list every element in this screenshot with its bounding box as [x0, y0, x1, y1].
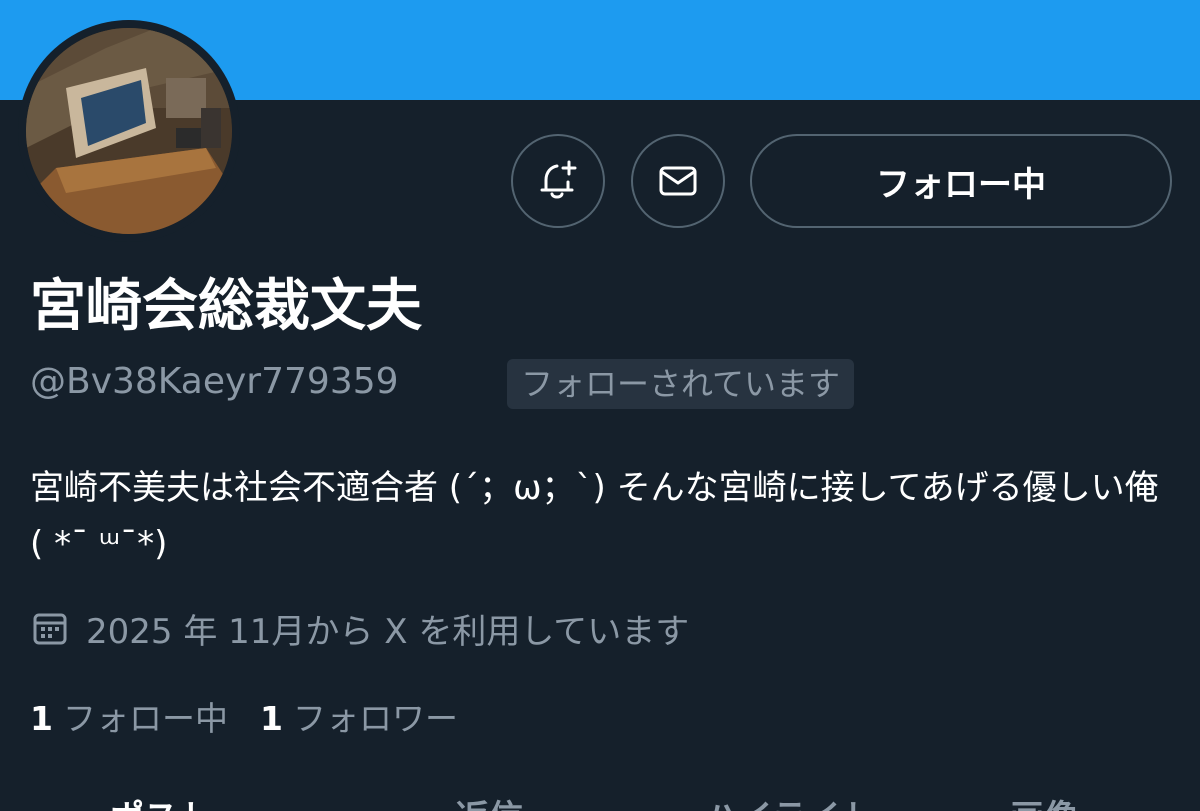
bell-plus-icon: [540, 160, 577, 199]
join-date: 2025 年 11月から X を利用しています: [30, 604, 689, 652]
following-count: 1: [30, 699, 53, 738]
tab-media[interactable]: 画像: [1010, 790, 1078, 811]
message-button[interactable]: [631, 134, 725, 228]
tab-posts[interactable]: ポスト: [110, 790, 212, 811]
following-button[interactable]: フォロー中: [750, 134, 1172, 228]
avatar[interactable]: [18, 20, 240, 242]
following-stat[interactable]: 1 フォロー中: [30, 692, 228, 740]
profile-tabs: ポスト 返信 ハイライト 画像: [0, 790, 1200, 811]
user-handle: @Bv38Kaeyr779359: [30, 361, 399, 402]
notifications-button[interactable]: [511, 134, 605, 228]
following-label: フォロー中: [62, 699, 228, 738]
follow-stats: 1 フォロー中 1 フォロワー: [30, 692, 490, 740]
mail-icon: [659, 166, 697, 196]
profile-bio: 宮崎不美夫は社会不適合者 (´；ω；`) そんな宮崎に接してあげる優しい俺 ( …: [30, 468, 1159, 564]
follows-you-badge: フォローされています: [507, 359, 855, 409]
display-name: 宮崎会総裁文夫: [30, 274, 422, 339]
calendar-icon: [33, 613, 67, 645]
tab-highlights[interactable]: ハイライト: [705, 790, 874, 811]
tab-replies[interactable]: 返信: [455, 790, 523, 811]
avatar-photo: [26, 28, 232, 234]
followers-stat[interactable]: 1 フォロワー: [260, 692, 458, 740]
followers-count: 1: [259, 699, 283, 738]
avatar-image: [26, 28, 232, 234]
followers-label: フォロワー: [292, 699, 458, 738]
profile-page: フォロー中 宮崎会総裁文夫 @Bv38Kaeyr779359 フォローされていま…: [0, 0, 1200, 811]
join-date-text: 2025 年 11月から X を利用しています: [86, 611, 690, 652]
